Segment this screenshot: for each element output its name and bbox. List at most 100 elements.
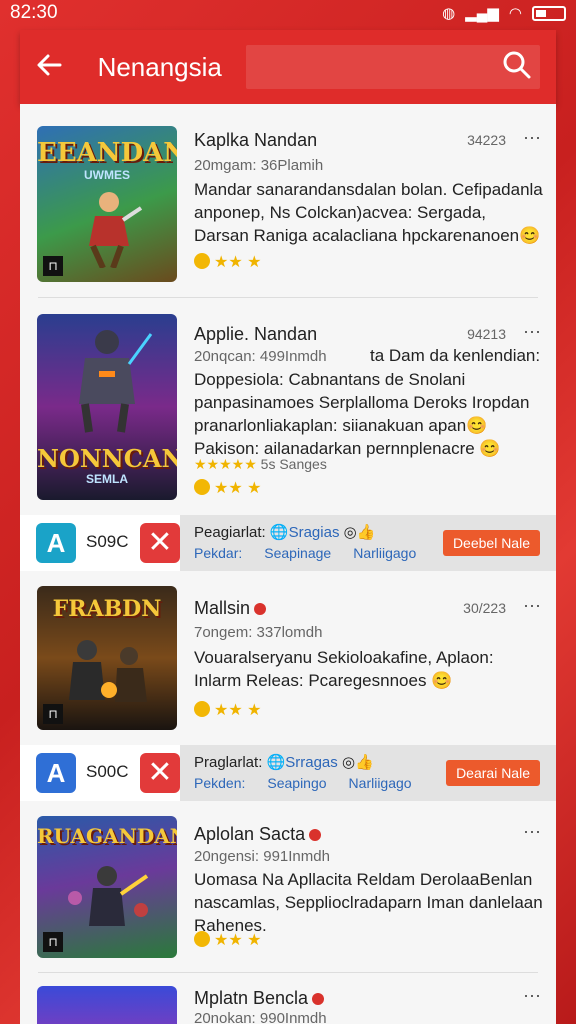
card-meta: 7ongem: 337lomdh bbox=[194, 624, 323, 641]
rating: ★★ ★ bbox=[194, 700, 261, 720]
battle-scene-icon bbox=[69, 640, 147, 702]
status-bar: 82:30 ◍ ▂▄▆ ◠ bbox=[0, 0, 576, 26]
game-thumbnail bbox=[37, 986, 177, 1024]
game-thumbnail: NONNCAN SEMLA bbox=[37, 314, 177, 500]
ad-cta-button[interactable]: Dearai Nale bbox=[446, 760, 540, 786]
more-options-button[interactable]: ⋯ bbox=[523, 322, 542, 343]
divider bbox=[38, 297, 538, 298]
game-thumbnail: EEANDAN UWMES ⊓ bbox=[37, 126, 177, 282]
thumbs-icon: 👍 bbox=[355, 754, 374, 771]
app-title: Nenangsia bbox=[97, 51, 222, 82]
status-time: 82:30 bbox=[10, 2, 58, 23]
platform-badge: ⊓ bbox=[43, 256, 63, 276]
thumbnail-title: FRABDN bbox=[52, 596, 162, 622]
ad-headline-link: Sragias bbox=[288, 524, 340, 541]
app-bar: Nenangsia bbox=[20, 30, 556, 104]
list-item[interactable]: FRABDN ⊓ Mallsin 30/223 ⋯ 7ongem: 337lom… bbox=[20, 572, 556, 746]
more-options-button[interactable]: ⋯ bbox=[523, 128, 542, 149]
arrow-left-icon bbox=[37, 54, 62, 75]
close-ad-button[interactable]: ✕ bbox=[140, 753, 180, 793]
review-count: 5s Sanges bbox=[260, 456, 327, 472]
card-meta: 20mgam: 36Plamih bbox=[194, 157, 324, 174]
card-description: Doppesiola: Cabnantans de Snolani panpas… bbox=[194, 370, 530, 458]
list-item[interactable]: RUAGANDAN ⊓ Aplolan Sacta ⋯ 20ngensi: 99… bbox=[20, 802, 556, 972]
card-description: Uomasa Na Apllacita Reldam DerolaaBenlan… bbox=[194, 870, 543, 935]
card-title: Kaplka Nandan bbox=[194, 130, 318, 150]
ad-link[interactable]: Seapinage bbox=[264, 545, 331, 561]
platform-badge: ⊓ bbox=[43, 704, 63, 724]
thumbs-icon: 👍 bbox=[356, 524, 376, 541]
badge-dot-icon bbox=[312, 993, 325, 1005]
ad-headline: Praglarlat: 🌐Srragas ◎👍 bbox=[194, 753, 374, 771]
coin-icon bbox=[194, 701, 210, 717]
globe-icon: 🌐 bbox=[266, 754, 286, 771]
coin-icon bbox=[194, 931, 210, 947]
list-item[interactable]: Mplatn Bencla ⋯ 20nokan: 990Inmdh bbox=[20, 974, 556, 1024]
platform-badge: ⊓ bbox=[43, 932, 63, 952]
back-button[interactable] bbox=[36, 49, 76, 86]
card-description: Vouaralseryanu Sekioloakafine, Aplaon: I… bbox=[194, 648, 494, 690]
card-description: Mandar sanarandansdalan bolan. Cefipadan… bbox=[194, 180, 543, 245]
ad-code: S00C bbox=[86, 762, 129, 781]
thumbnail-title: NONNCAN bbox=[37, 444, 177, 473]
ad-link[interactable]: Pekden: bbox=[194, 775, 245, 791]
ad-link[interactable]: Pekdar: bbox=[194, 545, 242, 561]
signal-icon: ▂▄▆ bbox=[465, 5, 499, 22]
ad-banner[interactable]: A S00C ✕ Praglarlat: 🌐Srragas ◎👍 Pekden:… bbox=[20, 745, 556, 801]
thumbnail-subtitle: UWMES bbox=[84, 168, 130, 182]
thumbnail-title: EEANDAN bbox=[37, 138, 177, 168]
card-title: Aplolan Sacta bbox=[194, 824, 322, 845]
globe-icon: 🌐 bbox=[269, 524, 289, 541]
badge-dot-icon bbox=[309, 829, 322, 841]
info-icon: ◎ bbox=[343, 524, 357, 541]
ad-headline-label: Peagiarlat: bbox=[194, 524, 266, 541]
card-title: Applie. Nandan bbox=[194, 324, 318, 344]
rating-stars: ★★ ★ bbox=[214, 702, 262, 719]
review-stars: ★★★★★ bbox=[194, 456, 257, 472]
alarm-icon: ◍ bbox=[442, 5, 456, 22]
feed-panel: EEANDAN UWMES ⊓ Kaplka Nandan 34223 ⋯ 20… bbox=[20, 104, 556, 1024]
card-meta-extra: ta Dam da kenlendian: bbox=[370, 346, 541, 365]
badge-dot-icon bbox=[254, 603, 267, 615]
info-icon: ◎ bbox=[341, 754, 356, 771]
rating-stars: ★★ ★ bbox=[214, 932, 262, 949]
list-item[interactable]: NONNCAN SEMLA Applie. Nandan 94213 ⋯ 20n… bbox=[20, 300, 556, 514]
more-options-button[interactable]: ⋯ bbox=[523, 822, 542, 843]
game-thumbnail: RUAGANDAN ⊓ bbox=[37, 816, 177, 958]
card-meta: 20nqcan: 499Inmdh bbox=[194, 348, 327, 365]
card-date: 34223 bbox=[467, 132, 506, 148]
review-summary: ★★★★★ 5s Sanges bbox=[194, 456, 327, 473]
card-title-text: Mallsin bbox=[194, 598, 251, 618]
ad-link[interactable]: Narliigago bbox=[353, 545, 416, 561]
ad-brand-area: A S00C ✕ bbox=[20, 745, 180, 801]
rating-stars: ★★ ★ bbox=[214, 254, 262, 271]
ad-logo-icon: A bbox=[36, 753, 76, 793]
coin-icon bbox=[194, 253, 210, 269]
battery-icon bbox=[532, 5, 566, 21]
ad-cta-button[interactable]: Deebel Nale bbox=[442, 530, 540, 556]
rating: ★★ ★ bbox=[194, 930, 261, 950]
game-thumbnail: FRABDN ⊓ bbox=[37, 586, 177, 730]
ad-banner[interactable]: A S09C ✕ Peagiarlat: 🌐Sragias ◎👍 Pekdar:… bbox=[20, 515, 556, 571]
card-meta: 20nokan: 990Inmdh bbox=[194, 1010, 327, 1024]
rating: ★★ ★ bbox=[194, 252, 261, 272]
ad-links: Pekdar: Seapinage Narliigago bbox=[194, 545, 438, 561]
list-item[interactable]: EEANDAN UWMES ⊓ Kaplka Nandan 34223 ⋯ 20… bbox=[20, 104, 556, 300]
more-options-button[interactable]: ⋯ bbox=[523, 596, 542, 617]
ad-code: S09C bbox=[86, 532, 129, 551]
ad-links: Pekden: Seapingo Narliigago bbox=[194, 775, 434, 791]
card-meta: 20ngensi: 991Inmdh bbox=[194, 848, 330, 865]
ad-headline: Peagiarlat: 🌐Sragias ◎👍 bbox=[194, 523, 375, 541]
card-title-text: Mplatn Bencla bbox=[194, 988, 309, 1008]
divider bbox=[38, 972, 538, 973]
search-icon bbox=[503, 51, 531, 79]
more-options-button[interactable]: ⋯ bbox=[523, 986, 542, 1007]
search-button[interactable] bbox=[502, 50, 534, 82]
wifi-icon: ◠ bbox=[508, 5, 522, 22]
close-ad-button[interactable]: ✕ bbox=[140, 523, 180, 563]
ad-link[interactable]: Narliigago bbox=[349, 775, 412, 791]
search-input[interactable] bbox=[246, 45, 540, 89]
ad-link[interactable]: Seapingo bbox=[267, 775, 326, 791]
card-date: 94213 bbox=[467, 326, 506, 342]
card-title: Mplatn Bencla bbox=[194, 988, 325, 1009]
